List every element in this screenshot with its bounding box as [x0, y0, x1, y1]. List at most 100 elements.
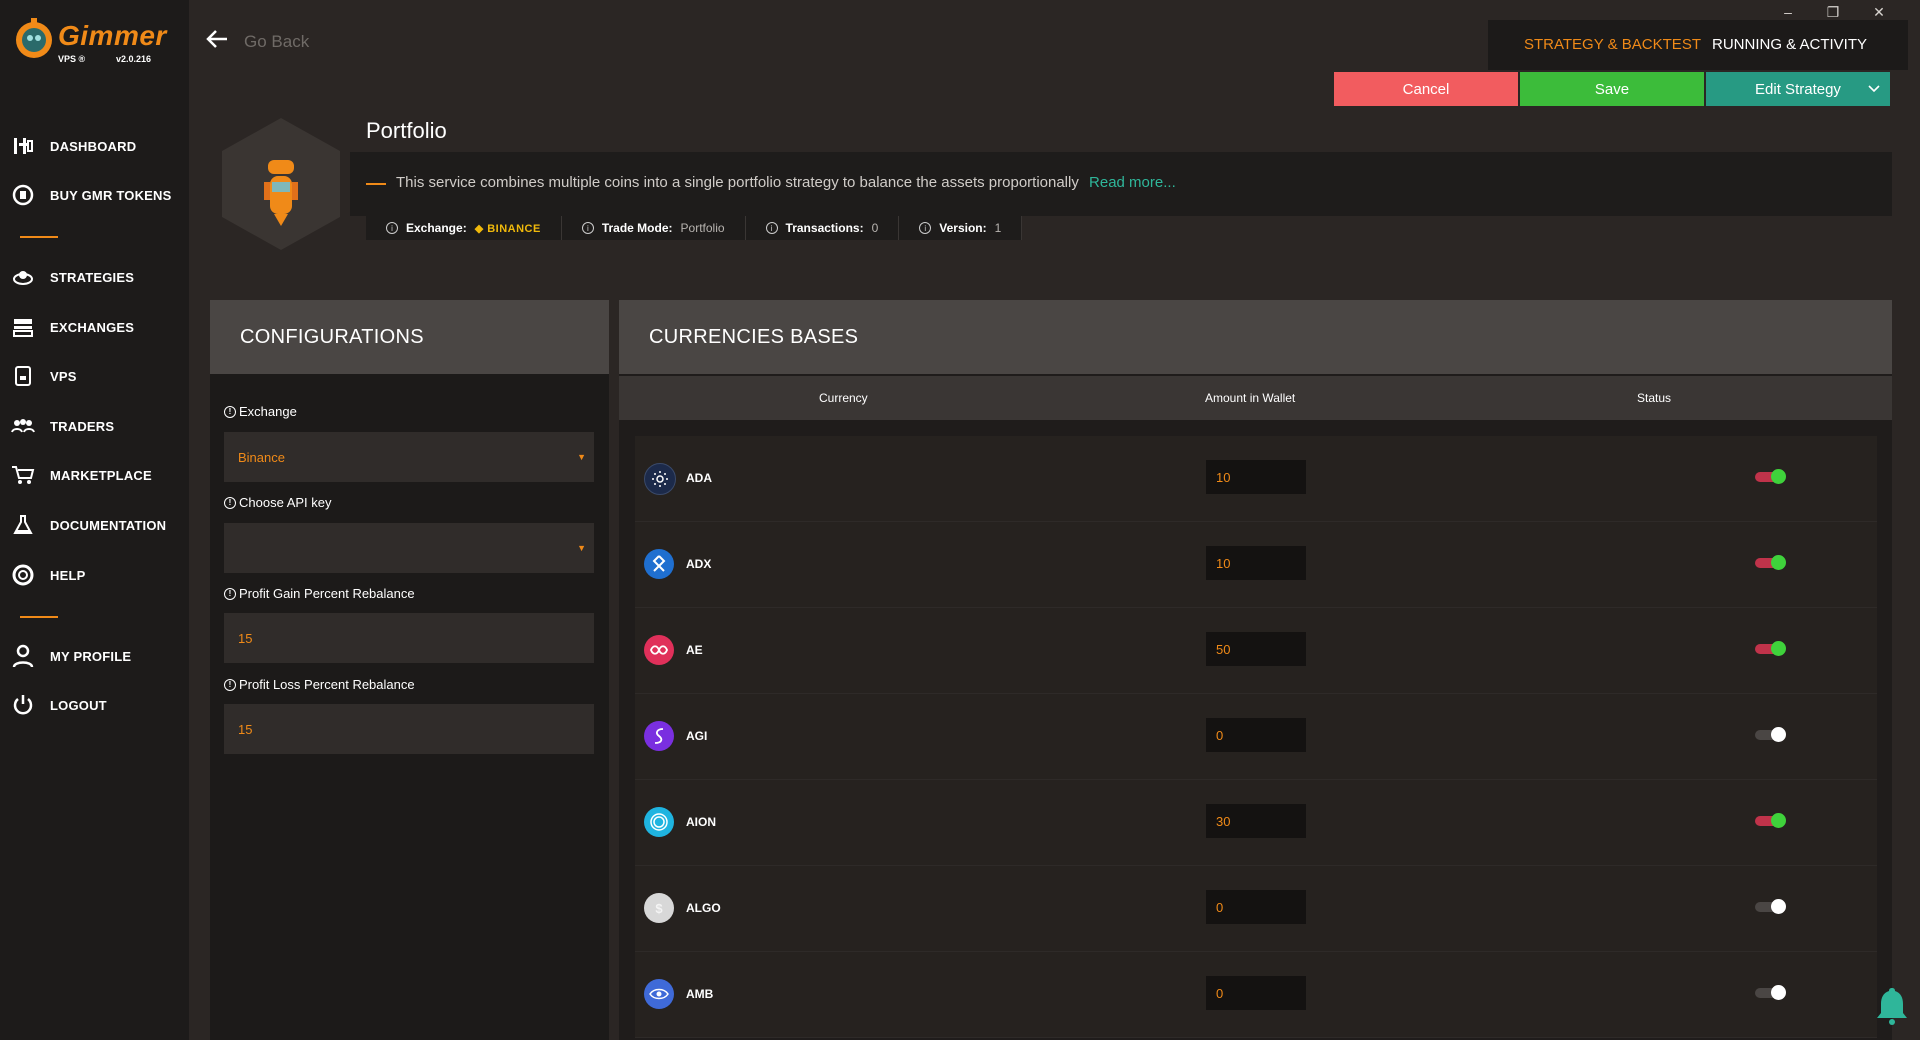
- currency-list: ADA 10 ADX 10 AE 50 AGI 0 AION 30 $ ALGO…: [635, 436, 1877, 1038]
- info-icon: i: [919, 222, 932, 234]
- accent-line: [366, 183, 386, 185]
- amount-input[interactable]: 0: [1206, 718, 1306, 752]
- info-version: i Version: 1: [899, 216, 1023, 240]
- sidebar-item-buy-gmr-tokens[interactable]: BUY GMR TOKENS: [10, 180, 180, 210]
- info-transactions: i Transactions: 0: [746, 216, 900, 240]
- label-text: Exchange: [239, 404, 297, 419]
- strategy-avatar: [218, 116, 344, 252]
- api-key-select[interactable]: ▼: [224, 523, 594, 573]
- profit-gain-value: 15: [238, 630, 253, 646]
- toggle-knob: [1771, 727, 1786, 742]
- notification-bell-icon[interactable]: [1874, 986, 1910, 1026]
- sidebar-item-label: STRATEGIES: [50, 269, 135, 285]
- amount-input[interactable]: 0: [1206, 890, 1306, 924]
- sidebar-item-help[interactable]: HELP: [10, 560, 180, 590]
- restore-icon[interactable]: ❐: [1818, 4, 1848, 21]
- currency-symbol: ADA: [686, 471, 712, 485]
- cancel-button[interactable]: Cancel: [1334, 72, 1518, 106]
- amount-input[interactable]: 10: [1206, 546, 1306, 580]
- version-label: Version:: [939, 221, 987, 235]
- toggle-knob: [1771, 555, 1786, 570]
- sidebar-item-label: MY PROFILE: [50, 648, 132, 664]
- amount-input[interactable]: 10: [1206, 460, 1306, 494]
- sidebar-item-strategies[interactable]: STRATEGIES: [10, 262, 180, 292]
- go-back-label: Go Back: [244, 31, 310, 51]
- amount-input[interactable]: 0: [1206, 976, 1306, 1010]
- sidebar-item-logout[interactable]: LOGOUT: [10, 690, 180, 720]
- table-row: ADX 10: [635, 522, 1877, 608]
- sidebar-item-vps[interactable]: VPS: [10, 361, 180, 391]
- arrow-left-icon: [206, 30, 228, 53]
- read-more-link[interactable]: Read more...: [1089, 174, 1176, 191]
- column-amount: Amount in Wallet: [1205, 391, 1296, 405]
- save-button[interactable]: Save: [1520, 72, 1704, 106]
- currency-symbol: ALGO: [686, 901, 721, 915]
- toggle-knob: [1771, 469, 1786, 484]
- amount-value: 10: [1216, 469, 1231, 485]
- configurations-panel: CONFIGURATIONS ! Exchange Binance ▼ ! Ch…: [210, 300, 609, 1040]
- label-text: Choose API key: [239, 495, 332, 510]
- description-text: This service combines multiple coins int…: [396, 174, 1079, 191]
- amount-input[interactable]: 50: [1206, 632, 1306, 666]
- sidebar-item-exchanges[interactable]: EXCHANGES: [10, 312, 180, 342]
- profit-gain-input[interactable]: 15: [224, 613, 594, 663]
- table-row: $ ALGO 0: [635, 866, 1877, 952]
- close-icon[interactable]: ✕: [1864, 4, 1894, 21]
- currency-symbol: AION: [686, 815, 716, 829]
- sidebar-item-label: VPS: [50, 368, 77, 384]
- status-toggle[interactable]: [1755, 813, 1786, 828]
- status-toggle[interactable]: [1755, 899, 1786, 914]
- amount-input[interactable]: 30: [1206, 804, 1306, 838]
- ambrosus-icon: [644, 979, 674, 1009]
- table-row: AGI 0: [635, 694, 1877, 780]
- lifebuoy-icon: [10, 562, 36, 588]
- token-icon: [10, 182, 36, 208]
- chevron-down-icon[interactable]: [1868, 81, 1880, 99]
- dashboard-icon: [10, 133, 36, 159]
- status-toggle[interactable]: [1755, 985, 1786, 1000]
- save-label: Save: [1594, 80, 1630, 98]
- info-icon: !: [224, 678, 236, 691]
- transactions-label: Transactions:: [785, 221, 864, 235]
- profit-loss-value: 15: [238, 721, 253, 737]
- tab-running-activity[interactable]: RUNNING & ACTIVITY: [1712, 36, 1867, 53]
- table-row: AION 30: [635, 780, 1877, 866]
- status-toggle[interactable]: [1755, 641, 1786, 656]
- exchange-select-value: Binance: [238, 449, 285, 465]
- info-icon: !: [224, 496, 236, 509]
- currency-symbol: AE: [686, 643, 703, 657]
- app-version: v2.0.216: [116, 54, 152, 64]
- status-toggle[interactable]: [1755, 469, 1786, 484]
- currency-symbol: AMB: [686, 987, 714, 1001]
- info-icon: !: [224, 405, 236, 418]
- info-trade-mode: i Trade Mode: Portfolio: [562, 216, 746, 240]
- edit-strategy-button[interactable]: Edit Strategy: [1706, 72, 1890, 106]
- table-row: ADA 10: [635, 436, 1877, 522]
- column-status: Status: [1637, 391, 1672, 405]
- version-value: 1: [994, 221, 1002, 235]
- sidebar-item-documentation[interactable]: DOCUMENTATION: [10, 510, 180, 540]
- status-toggle[interactable]: [1755, 555, 1786, 570]
- edit-strategy-label: Edit Strategy: [1755, 80, 1841, 98]
- aion-icon: [644, 807, 674, 837]
- minimize-icon[interactable]: –: [1773, 4, 1803, 20]
- sidebar-item-traders[interactable]: TRADERS: [10, 411, 180, 441]
- sidebar-item-my-profile[interactable]: MY PROFILE: [10, 641, 180, 671]
- algorand-icon: $: [644, 893, 674, 923]
- currencies-title: CURRENCIES BASES: [619, 300, 1892, 374]
- profit-loss-input[interactable]: 15: [224, 704, 594, 754]
- toggle-knob: [1771, 899, 1786, 914]
- exchange-select[interactable]: Binance ▼: [224, 432, 594, 482]
- currency-symbol: AGI: [686, 729, 708, 743]
- field-label-exchange: ! Exchange: [224, 404, 297, 419]
- status-toggle[interactable]: [1755, 727, 1786, 742]
- field-label-profit-gain: ! Profit Gain Percent Rebalance: [224, 586, 415, 601]
- tab-strategy-backtest[interactable]: STRATEGY & BACKTEST: [1524, 36, 1701, 53]
- sidebar-item-dashboard[interactable]: DASHBOARD: [10, 131, 180, 161]
- logo-text: Gimmer: [58, 20, 167, 51]
- app-logo[interactable]: Gimmer VPS ® v2.0.216: [12, 14, 172, 70]
- page-title: Portfolio: [366, 118, 447, 143]
- robot-logo-icon: [16, 18, 52, 58]
- sidebar-item-marketplace[interactable]: MARKETPLACE: [10, 460, 180, 490]
- go-back-button[interactable]: Go Back: [206, 30, 309, 53]
